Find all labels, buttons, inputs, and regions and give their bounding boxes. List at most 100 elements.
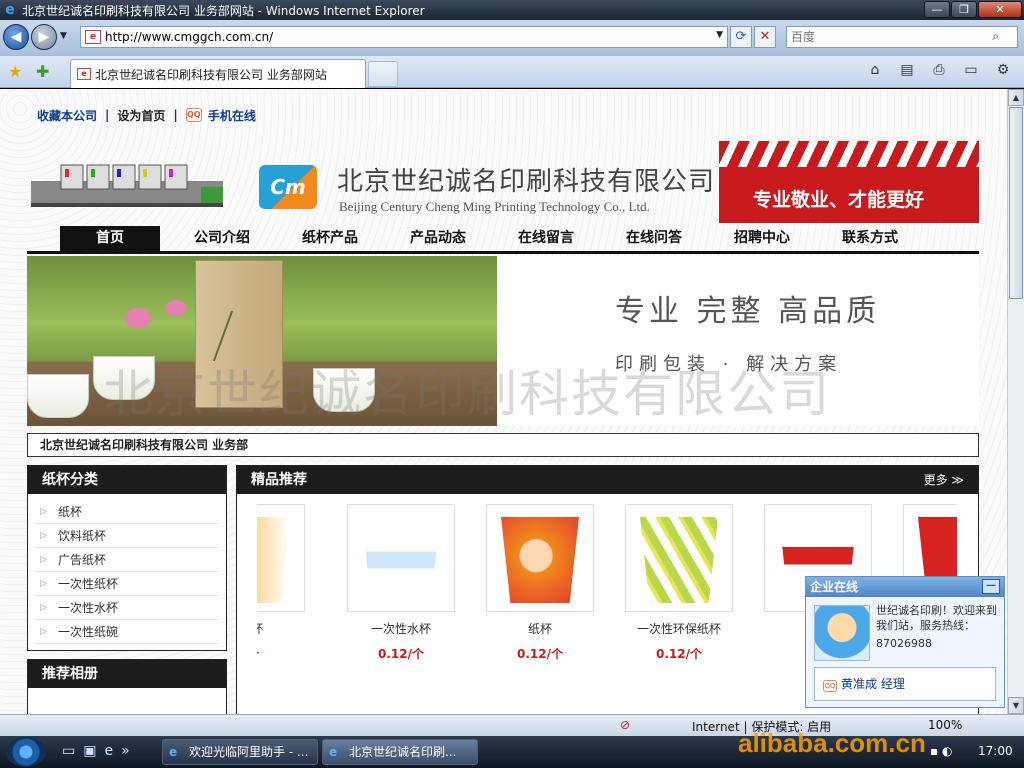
nav-cup-products[interactable]: 纸杯产品 <box>276 226 384 251</box>
vertical-scrollbar[interactable]: ▲ ▼ <box>1007 89 1024 714</box>
category-item[interactable]: ▷ 一次性水杯 <box>34 596 220 620</box>
add-favorite-icon[interactable]: ✚ <box>36 62 49 81</box>
scroll-down-button[interactable]: ▼ <box>1008 697 1024 714</box>
category-item[interactable]: ▷ 广告纸杯 <box>34 548 220 572</box>
nav-home[interactable]: 首页 <box>60 226 160 251</box>
address-field[interactable]: e http://www.cmggch.com.cn/ ▼ <box>80 26 728 48</box>
category-item[interactable]: ▷ 一次性纸碗 <box>34 620 220 644</box>
product-item[interactable]: 纸杯 0.12/个 <box>486 504 594 662</box>
tools-gear-icon[interactable]: ⚙ <box>990 62 1016 78</box>
stop-icon: ✕ <box>759 29 771 44</box>
ie-icon: e <box>169 745 178 759</box>
chat-agent-link[interactable]: QQ 黄准成 经理 <box>814 667 996 701</box>
teacup-image <box>27 374 89 418</box>
nav-jobs[interactable]: 招聘中心 <box>708 226 816 251</box>
product-image[interactable] <box>625 504 733 612</box>
restore-button[interactable]: ❐ <box>951 1 977 18</box>
chat-minimize-button[interactable]: — <box>982 579 1000 594</box>
tab-current[interactable]: e 北京世纪诚名印刷科技有限公司 业务部网站 <box>70 59 366 88</box>
search-input[interactable] <box>787 27 977 47</box>
refresh-icon: ⟳ <box>735 29 747 44</box>
site-favicon-icon: e <box>85 30 101 44</box>
page-icon[interactable]: ▭ <box>958 62 984 78</box>
category-item[interactable]: ▷ 纸杯 <box>34 500 220 524</box>
scroll-thumb[interactable] <box>1009 107 1023 299</box>
stop-button[interactable]: ✕ <box>754 26 776 48</box>
flower-decoration <box>125 308 151 328</box>
product-item[interactable]: 纸杯 /个 <box>257 504 305 662</box>
separator: | <box>173 108 178 122</box>
tab-favicon-icon: e <box>77 68 91 80</box>
nav-contact[interactable]: 联系方式 <box>816 226 924 251</box>
new-tab-button[interactable] <box>368 61 398 87</box>
alibaba-watermark: alibaba.com.cn <box>738 728 926 758</box>
qq-icon: QQ <box>823 680 837 692</box>
nav-guestbook[interactable]: 在线留言 <box>492 226 600 251</box>
flower-decoration <box>165 300 187 316</box>
more-chevron-icon[interactable]: » <box>121 743 130 759</box>
window-titlebar[interactable]: e 北京世纪诚名印刷科技有限公司 业务部网站 - Windows Interne… <box>0 0 1024 20</box>
separator: | <box>105 108 110 122</box>
product-name[interactable]: 纸杯 <box>257 620 305 637</box>
nav-qa[interactable]: 在线问答 <box>600 226 708 251</box>
show-desktop-icon[interactable]: ▭ <box>62 743 75 759</box>
product-price: 0.12/个 <box>517 647 563 661</box>
paper-cup-image <box>640 517 718 603</box>
zoom-level[interactable]: 100% <box>928 718 962 732</box>
paper-cup-image <box>362 517 440 603</box>
refresh-button[interactable]: ⟳ <box>730 26 752 48</box>
command-bar: ⌂ ▤ ⎙ ▭ ⚙ <box>862 62 1016 78</box>
forward-button[interactable]: ▶ <box>31 24 57 50</box>
close-button[interactable]: ✕ <box>978 1 1022 18</box>
category-item[interactable]: ▷ 饮料纸杯 <box>34 524 220 548</box>
start-button[interactable] <box>6 737 46 767</box>
product-image[interactable] <box>486 504 594 612</box>
product-item[interactable]: 一次性水杯 0.12/个 <box>347 504 455 662</box>
set-homepage-link[interactable]: 设为首页 <box>117 107 165 124</box>
triangle-right-icon: ▷ <box>40 555 47 565</box>
back-button[interactable]: ◀ <box>3 24 29 50</box>
product-name[interactable]: 一次性水杯 <box>347 620 455 637</box>
department-bar: 北京世纪诚名印刷科技有限公司 业务部 <box>27 433 979 457</box>
taskbar-item-active[interactable]: e 北京世纪诚名印刷... <box>322 739 478 765</box>
product-item[interactable]: 一次性环保纸杯 0.12/个 <box>625 504 733 662</box>
search-field[interactable]: ⌕ <box>786 26 1018 48</box>
system-tray-icons[interactable]: ▪ ◐ <box>930 744 952 758</box>
mobile-online-link[interactable]: 手机在线 <box>208 107 256 124</box>
more-link[interactable]: 更多 ≫ <box>924 466 964 494</box>
product-image[interactable] <box>347 504 455 612</box>
tab-label: 北京世纪诚名印刷科技有限公司 业务部网站 <box>95 67 327 82</box>
switch-windows-icon[interactable]: ▣ <box>83 743 96 759</box>
category-item[interactable]: ▷ 一次性纸杯 <box>34 572 220 596</box>
top-links: 收藏本公司 | 设为首页 | QQ 手机在线 <box>27 99 979 131</box>
nav-company-intro[interactable]: 公司介绍 <box>168 226 276 251</box>
album-title: 推荐相册 <box>28 660 226 688</box>
site-header: Cm 北京世纪诚名印刷科技有限公司 Beijing Century Cheng … <box>27 131 979 226</box>
triangle-right-icon: ▷ <box>40 531 47 541</box>
taskbar-clock[interactable]: 17:00 <box>978 744 1013 758</box>
taskbar-item[interactable]: e 欢迎光临阿里助手 - ... <box>162 739 318 765</box>
nav-product-news[interactable]: 产品动态 <box>384 226 492 251</box>
home-icon[interactable]: ⌂ <box>862 62 888 78</box>
address-url[interactable]: http://www.cmggch.com.cn/ <box>105 30 273 44</box>
scroll-up-button[interactable]: ▲ <box>1008 89 1024 106</box>
product-name[interactable]: 一次性环保纸杯 <box>625 620 733 637</box>
chat-hotline: 87026988 <box>876 637 932 650</box>
ie-quicklaunch-icon[interactable]: e <box>104 743 113 759</box>
history-dropdown-icon[interactable]: ▼ <box>60 31 67 41</box>
product-image[interactable] <box>257 504 305 612</box>
product-name[interactable]: 纸杯 <box>486 620 594 637</box>
triangle-right-icon: ▷ <box>40 627 47 637</box>
flame-decoration <box>719 141 979 167</box>
security-shield-icon[interactable]: ⊘ <box>620 718 630 732</box>
feeds-icon[interactable]: ▤ <box>894 62 920 78</box>
product-price: 0.12/个 <box>656 647 702 661</box>
print-icon[interactable]: ⎙ <box>926 62 952 78</box>
arrow-left-icon: ◀ <box>10 29 22 45</box>
address-dropdown-icon[interactable]: ▼ <box>716 30 723 40</box>
search-icon[interactable]: ⌕ <box>992 29 999 44</box>
slogan-banner: 专业敬业、才能更好 <box>719 141 979 223</box>
minimize-button[interactable]: — <box>924 1 950 18</box>
favorites-star-icon[interactable]: ★ <box>8 62 22 81</box>
bookmark-company-link[interactable]: 收藏本公司 <box>37 107 97 124</box>
